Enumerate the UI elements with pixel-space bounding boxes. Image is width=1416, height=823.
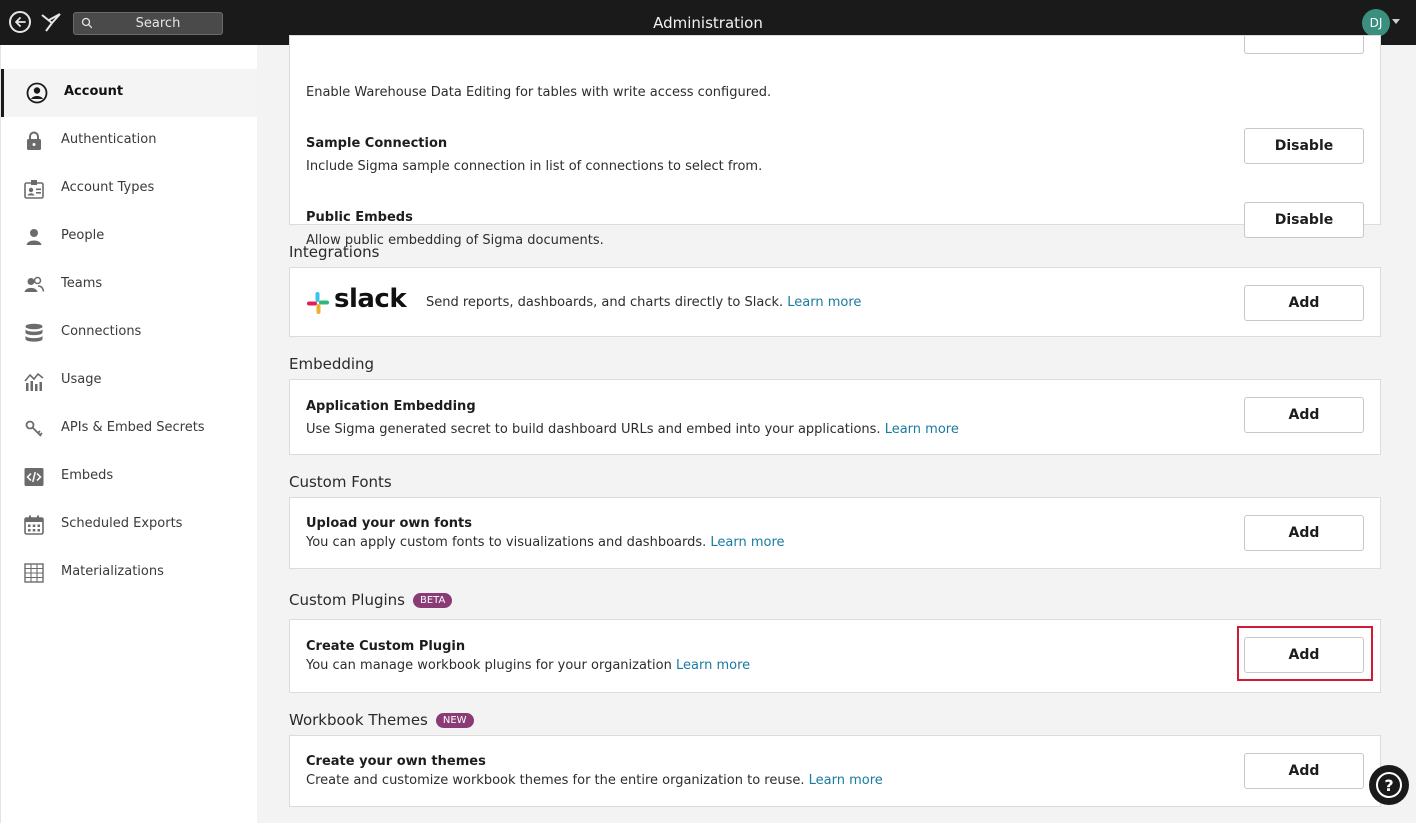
question-mark-icon: ? [1376, 772, 1402, 798]
custom-fonts-card: Upload your own fonts You can apply cust… [289, 497, 1381, 569]
embedding-add-button[interactable]: Add [1244, 397, 1364, 433]
beta-badge: BETA [412, 593, 453, 608]
themes-learn-more-link[interactable]: Learn more [809, 773, 883, 788]
sidebar-item-label: Scheduled Exports [61, 516, 183, 531]
code-icon [24, 468, 44, 486]
upload-fonts-desc-text: You can apply custom fonts to visualizat… [306, 535, 707, 550]
sidebar-item-apis-embed-secrets[interactable]: APIs & Embed Secrets [1, 405, 258, 453]
usage-icon [24, 372, 44, 391]
sidebar-item-label: Embeds [61, 468, 114, 483]
custom-plugins-title-text: Custom Plugins [289, 591, 405, 609]
sidebar-item-people[interactable]: People [1, 213, 258, 261]
slack-desc: Send reports, dashboards, and charts dir… [426, 295, 861, 310]
sidebar-item-label: Usage [61, 372, 102, 387]
custom-plugins-section-title: Custom Plugins BETA [289, 591, 453, 609]
team-icon [24, 276, 45, 292]
fonts-learn-more-link[interactable]: Learn more [710, 535, 784, 550]
sidebar-item-account-types[interactable]: Account Types [1, 165, 258, 213]
application-embedding-title: Application Embedding [306, 399, 476, 414]
upload-fonts-title: Upload your own fonts [306, 516, 472, 531]
sample-connection-disable-button[interactable]: Disable [1244, 128, 1364, 164]
create-themes-title: Create your own themes [306, 754, 486, 769]
sidebar-item-scheduled-exports[interactable]: Scheduled Exports [1, 501, 258, 549]
sidebar-item-usage[interactable]: Usage [1, 357, 258, 405]
slack-wordmark: slack [334, 284, 407, 314]
slack-logo-icon [307, 292, 329, 314]
sidebar-item-connections[interactable]: Connections [1, 309, 258, 357]
sidebar-item-embeds[interactable]: Embeds [1, 453, 258, 501]
slack-add-button[interactable]: Add [1244, 285, 1364, 321]
sidebar-item-label: Account [64, 84, 124, 99]
workbook-themes-card: Create your own themes Create and custom… [289, 735, 1381, 807]
workbook-themes-title-text: Workbook Themes [289, 711, 428, 729]
new-badge: NEW [435, 713, 474, 728]
integrations-card: slack Send reports, dashboards, and char… [289, 267, 1381, 337]
slack-learn-more-link[interactable]: Learn more [787, 295, 861, 310]
create-custom-plugin-desc: You can manage workbook plugins for your… [306, 658, 750, 673]
sidebar-item-label: Connections [61, 324, 142, 339]
upload-fonts-desc: You can apply custom fonts to visualizat… [306, 535, 785, 550]
application-embedding-desc: Use Sigma generated secret to build dash… [306, 422, 959, 437]
workbook-themes-section-title: Workbook Themes NEW [289, 711, 474, 729]
create-custom-plugin-desc-text: You can manage workbook plugins for your… [306, 658, 672, 673]
database-icon [25, 323, 43, 342]
integrations-section-title: Integrations [289, 243, 380, 261]
application-embedding-desc-text: Use Sigma generated secret to build dash… [306, 422, 881, 437]
public-embeds-disable-button[interactable]: Disable [1244, 202, 1364, 238]
avatar[interactable]: DJ [1362, 9, 1390, 37]
page-title: Administration [653, 14, 763, 32]
sidebar-item-materializations[interactable]: Materializations [1, 549, 258, 597]
sample-connection-desc: Include Sigma sample connection in list … [306, 159, 763, 174]
sidebar-item-label: Materializations [61, 564, 164, 579]
warehouse-editing-desc: Enable Warehouse Data Editing for tables… [306, 85, 772, 100]
sidebar-item-teams[interactable]: Teams [1, 261, 258, 309]
calendar-icon [24, 515, 44, 535]
embedding-card: Application Embedding Use Sigma generate… [289, 379, 1381, 455]
warehouse-editing-button[interactable] [1244, 36, 1364, 54]
highlight-box [1237, 626, 1373, 681]
sidebar-item-label: People [61, 228, 105, 243]
embedding-section-title: Embedding [289, 355, 375, 373]
help-button[interactable]: ? [1369, 765, 1409, 805]
workbook-themes-add-button[interactable]: Add [1244, 753, 1364, 789]
sidebar-item-label: Teams [61, 276, 103, 291]
create-custom-plugin-title: Create Custom Plugin [306, 639, 466, 654]
slack-desc-text: Send reports, dashboards, and charts dir… [426, 295, 784, 310]
custom-fonts-add-button[interactable]: Add [1244, 515, 1364, 551]
public-embeds-title: Public Embeds [306, 210, 413, 225]
chevron-down-icon[interactable] [1392, 19, 1400, 24]
create-themes-desc: Create and customize workbook themes for… [306, 773, 883, 788]
sample-connection-title: Sample Connection [306, 136, 448, 151]
sidebar: Account Authentication Account Types Peo… [0, 45, 258, 823]
custom-fonts-section-title: Custom Fonts [289, 473, 392, 491]
grid-icon [24, 563, 44, 583]
sidebar-item-label: APIs & Embed Secrets [61, 420, 205, 435]
sidebar-item-label: Account Types [61, 180, 155, 195]
custom-plugins-card: Create Custom Plugin You can manage work… [289, 619, 1381, 693]
sidebar-item-authentication[interactable]: Authentication [1, 117, 258, 165]
sidebar-item-label: Authentication [61, 132, 157, 147]
sidebar-item-account[interactable]: Account [1, 69, 258, 117]
features-card: Enable Warehouse Data Editing for tables… [289, 35, 1381, 248]
account-circle-icon [26, 82, 48, 104]
main-content: Enable Warehouse Data Editing for tables… [257, 35, 1416, 823]
person-icon [26, 229, 42, 245]
plugins-learn-more-link[interactable]: Learn more [676, 658, 750, 673]
id-badge-icon [24, 180, 44, 199]
key-icon [25, 420, 43, 437]
lock-icon [27, 131, 41, 150]
embedding-learn-more-link[interactable]: Learn more [885, 422, 959, 437]
create-themes-desc-text: Create and customize workbook themes for… [306, 773, 805, 788]
